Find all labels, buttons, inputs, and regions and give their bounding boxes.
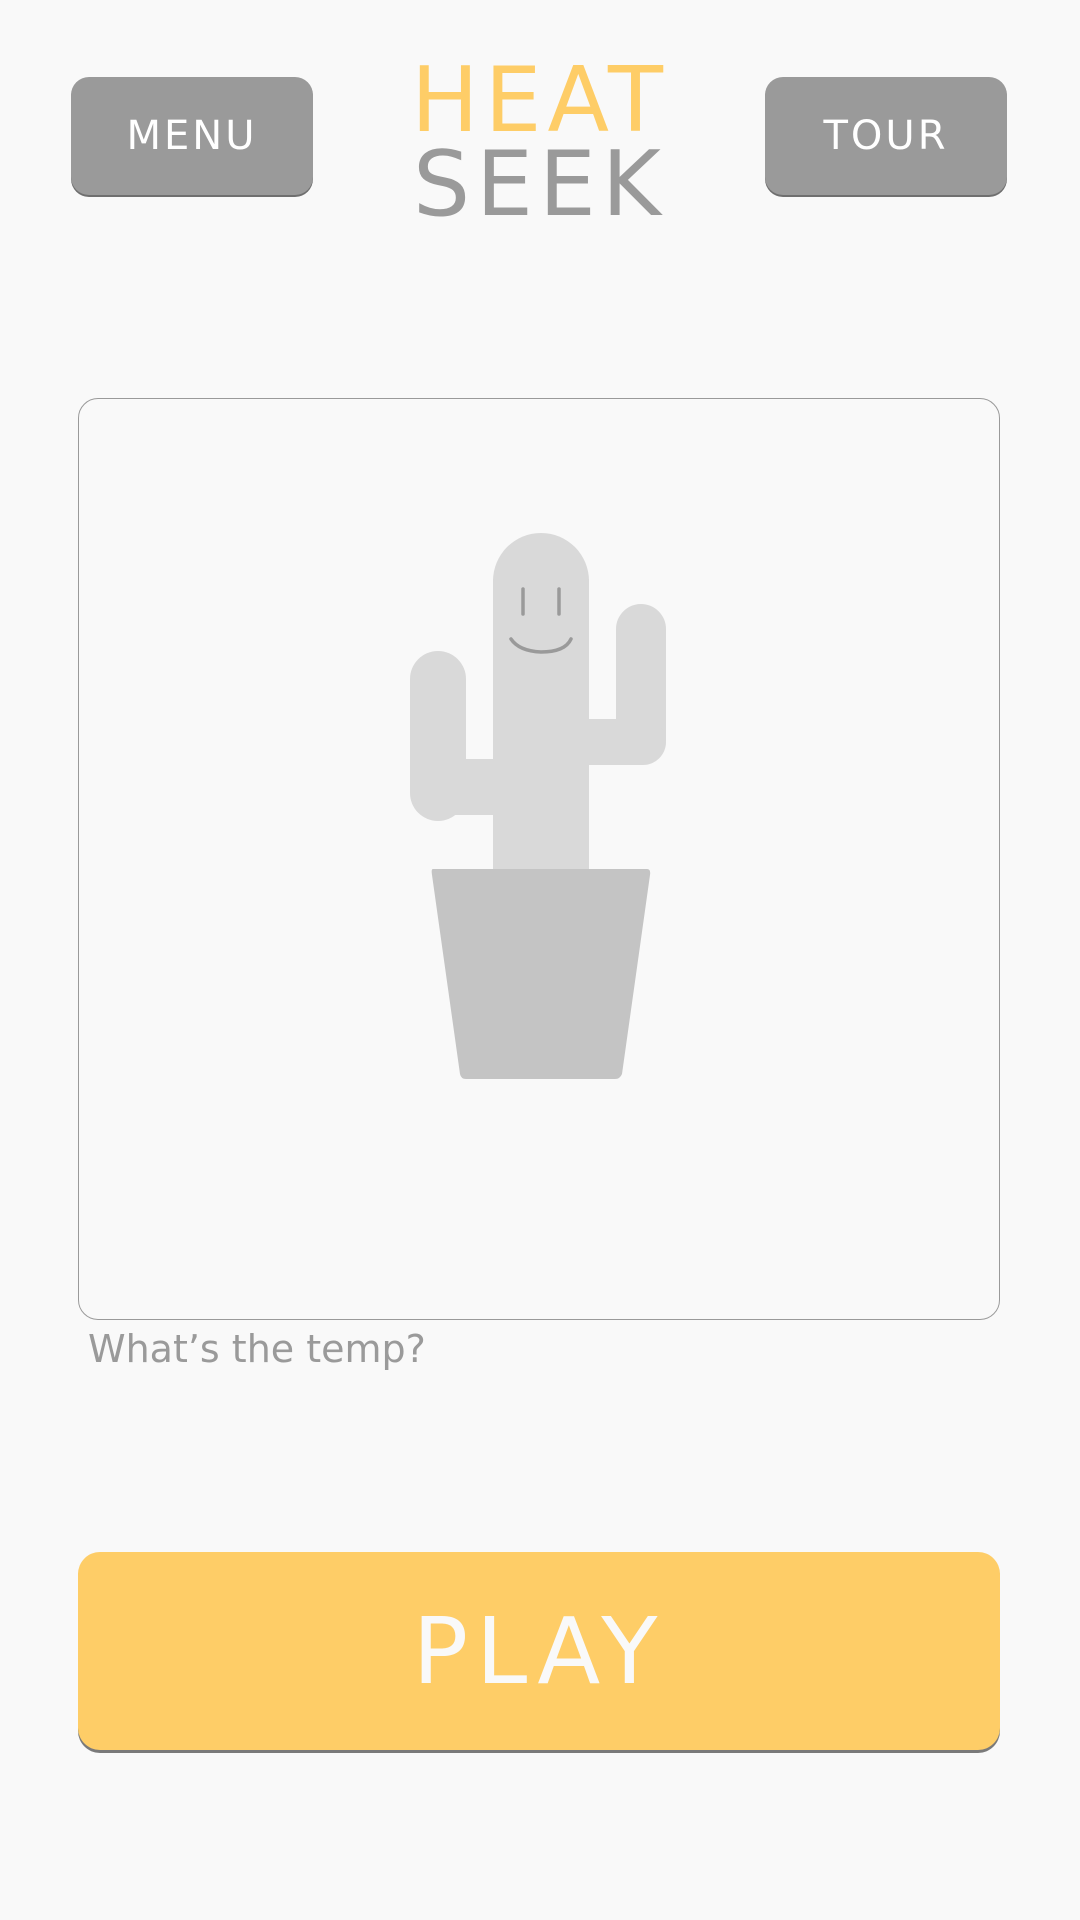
- tour-button[interactable]: TOUR: [765, 77, 1007, 195]
- cactus-icon: [410, 533, 666, 1079]
- app-logo: HEAT SEEK: [400, 56, 680, 230]
- menu-button[interactable]: MENU: [71, 77, 313, 195]
- logo-seek-text: SEEK: [413, 132, 667, 237]
- play-button[interactable]: PLAY: [78, 1552, 1000, 1750]
- menu-button-label: MENU: [126, 113, 258, 159]
- tour-button-label: TOUR: [823, 113, 949, 159]
- play-button-label: PLAY: [412, 1597, 666, 1705]
- temperature-card: [78, 398, 1000, 1320]
- temp-prompt: What’s the temp?: [88, 1327, 426, 1371]
